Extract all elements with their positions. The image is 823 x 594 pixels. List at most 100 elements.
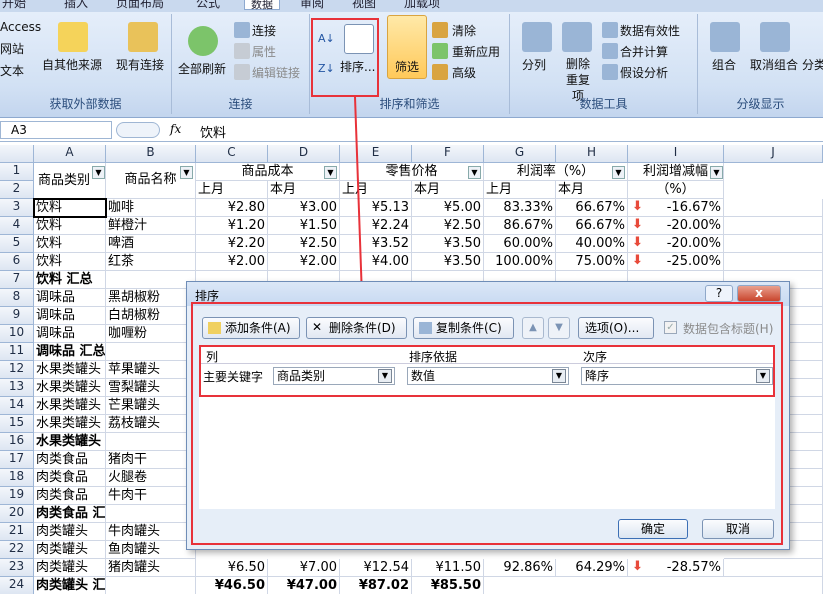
header-sub-h[interactable]: 本月 bbox=[556, 181, 628, 199]
cell-g-row-3[interactable]: 83.33% bbox=[484, 199, 556, 217]
copy-level-button[interactable]: 复制条件(C) bbox=[413, 317, 514, 339]
row-header-5[interactable]: 5 bbox=[0, 235, 34, 253]
cell-a-row-23[interactable]: 肉类罐头 bbox=[34, 559, 106, 577]
cell-h-row-5[interactable]: 40.00% bbox=[556, 235, 628, 253]
column-header-h[interactable]: H bbox=[556, 145, 628, 163]
advanced-button[interactable]: 高级 bbox=[452, 64, 476, 81]
cell-e-row-3[interactable]: ¥5.13 bbox=[340, 199, 412, 217]
cell-a-row-18[interactable]: 肉类食品 bbox=[34, 469, 106, 487]
row-header-16[interactable]: 16 bbox=[0, 433, 34, 451]
header-price[interactable]: 零售价格 bbox=[340, 163, 484, 181]
cell-h-row-6[interactable]: 75.00% bbox=[556, 253, 628, 271]
cell-a-row-7[interactable]: 饮料 汇总 bbox=[34, 271, 106, 289]
cell-a-row-17[interactable]: 肉类食品 bbox=[34, 451, 106, 469]
has-headers-checkbox[interactable]: ✓ bbox=[664, 321, 677, 334]
column-header-j[interactable]: J bbox=[724, 145, 823, 163]
access-button[interactable]: Access bbox=[0, 20, 41, 34]
ungroup-button[interactable]: 取消组合 bbox=[750, 56, 798, 73]
tab-addins[interactable]: 加载项 bbox=[404, 0, 440, 11]
cell-h-row-23[interactable]: 64.29% bbox=[556, 559, 628, 577]
row-header-2[interactable]: 2 bbox=[0, 181, 34, 199]
cell-a-row-14[interactable]: 水果类罐头 bbox=[34, 397, 106, 415]
split-button[interactable]: 分列 bbox=[522, 56, 546, 73]
row-header-11[interactable]: 11 bbox=[0, 343, 34, 361]
cell-a-row-12[interactable]: 水果类罐头 bbox=[34, 361, 106, 379]
column-header-e[interactable]: E bbox=[340, 145, 412, 163]
autofilter-dropdown-icon[interactable]: ▼ bbox=[468, 166, 481, 179]
tab-insert[interactable]: 插入 bbox=[64, 0, 88, 11]
cell-f-row-24[interactable]: ¥85.50 bbox=[412, 577, 484, 594]
cell-a-row-16[interactable]: 水果类罐头 汇总 bbox=[34, 433, 106, 451]
cell-b-row-9[interactable]: 白胡椒粉 bbox=[106, 307, 196, 325]
column-header-g[interactable]: G bbox=[484, 145, 556, 163]
tab-page-layout[interactable]: 页面布局 bbox=[116, 0, 164, 11]
row-header-23[interactable]: 23 bbox=[0, 559, 34, 577]
cell-d-row-3[interactable]: ¥3.00 bbox=[268, 199, 340, 217]
fx-icon[interactable]: fx bbox=[170, 122, 181, 136]
cell-j-row-3[interactable] bbox=[724, 199, 823, 217]
column-header-f[interactable]: F bbox=[412, 145, 484, 163]
cell-h-row-3[interactable]: 66.67% bbox=[556, 199, 628, 217]
formula-bar-controls[interactable] bbox=[116, 122, 160, 138]
name-box[interactable]: A3 bbox=[0, 121, 112, 139]
tab-home[interactable]: 开始 bbox=[2, 0, 26, 11]
consolidate-button[interactable]: 合并计算 bbox=[620, 43, 668, 60]
cell-b-row-7[interactable] bbox=[106, 271, 196, 289]
web-button[interactable]: 网站 bbox=[0, 40, 24, 57]
formula-input[interactable]: 饮料 bbox=[200, 122, 226, 141]
header-sub-d[interactable]: 本月 bbox=[268, 181, 340, 199]
properties-button[interactable]: 属性 bbox=[252, 43, 276, 60]
row-header-19[interactable]: 19 bbox=[0, 487, 34, 505]
cell-a-row-13[interactable]: 水果类罐头 bbox=[34, 379, 106, 397]
filter-button[interactable]: 筛选 bbox=[395, 58, 419, 75]
other-sources-button[interactable]: 自其他来源 bbox=[42, 56, 102, 73]
cell-b-row-24[interactable] bbox=[106, 577, 196, 594]
group-button[interactable]: 组合 bbox=[712, 56, 736, 73]
column-header-c[interactable]: C bbox=[196, 145, 268, 163]
cell-b-row-14[interactable]: 芒果罐头 bbox=[106, 397, 196, 415]
cell-a-row-9[interactable]: 调味品 bbox=[34, 307, 106, 325]
cell-e-row-24[interactable]: ¥87.02 bbox=[340, 577, 412, 594]
cell-b-row-10[interactable]: 咖喱粉 bbox=[106, 325, 196, 343]
column-header-a[interactable]: A bbox=[34, 145, 106, 163]
cell-b-row-19[interactable]: 牛肉干 bbox=[106, 487, 196, 505]
close-button[interactable]: x bbox=[737, 285, 781, 302]
cell-a-row-6[interactable]: 饮料 bbox=[34, 253, 106, 271]
cell-b-row-3[interactable]: 咖啡 bbox=[106, 199, 196, 217]
add-level-button[interactable]: 添加条件(A) bbox=[202, 317, 300, 339]
cell-b-row-13[interactable]: 雪梨罐头 bbox=[106, 379, 196, 397]
header-margin[interactable]: 利润率（%） bbox=[484, 163, 628, 181]
cell-b-row-8[interactable]: 黑胡椒粉 bbox=[106, 289, 196, 307]
cell-d-row-6[interactable]: ¥2.00 bbox=[268, 253, 340, 271]
row-header-22[interactable]: 22 bbox=[0, 541, 34, 559]
row-header-10[interactable]: 10 bbox=[0, 325, 34, 343]
cell-c-row-24[interactable]: ¥46.50 bbox=[196, 577, 268, 594]
cell-j-row-4[interactable] bbox=[724, 217, 823, 235]
move-down-button[interactable]: ▼ bbox=[548, 317, 570, 339]
header-cost[interactable]: 商品成本 bbox=[196, 163, 340, 181]
row-header-1[interactable]: 1 bbox=[0, 163, 34, 181]
cancel-button[interactable]: 取消 bbox=[702, 519, 774, 539]
cell-d-row-24[interactable]: ¥47.00 bbox=[268, 577, 340, 594]
cell-f-row-6[interactable]: ¥3.50 bbox=[412, 253, 484, 271]
row-header-21[interactable]: 21 bbox=[0, 523, 34, 541]
reapply-button[interactable]: 重新应用 bbox=[452, 43, 500, 60]
whatif-button[interactable]: 假设分析 bbox=[620, 64, 668, 81]
cell-j-row-5[interactable] bbox=[724, 235, 823, 253]
column-header-i[interactable]: I bbox=[628, 145, 724, 163]
cell-a-row-22[interactable]: 肉类罐头 bbox=[34, 541, 106, 559]
cell-a-row-24[interactable]: 肉类罐头 汇总 bbox=[34, 577, 106, 594]
options-button[interactable]: 选项(O)... bbox=[578, 317, 654, 339]
cell-c-row-4[interactable]: ¥1.20 bbox=[196, 217, 268, 235]
cell-c-row-6[interactable]: ¥2.00 bbox=[196, 253, 268, 271]
validation-button[interactable]: 数据有效性 bbox=[620, 22, 680, 39]
cell-g-row-4[interactable]: 86.67% bbox=[484, 217, 556, 235]
ok-button[interactable]: 确定 bbox=[618, 519, 688, 539]
header-sub-e[interactable]: 上月 bbox=[340, 181, 412, 199]
cell-j-row-6[interactable] bbox=[724, 253, 823, 271]
autofilter-dropdown-icon[interactable]: ▼ bbox=[92, 166, 105, 179]
row-header-8[interactable]: 8 bbox=[0, 289, 34, 307]
cell-b-row-5[interactable]: 啤酒 bbox=[106, 235, 196, 253]
cell-j-row-24[interactable] bbox=[724, 577, 823, 594]
cell-e-row-6[interactable]: ¥4.00 bbox=[340, 253, 412, 271]
